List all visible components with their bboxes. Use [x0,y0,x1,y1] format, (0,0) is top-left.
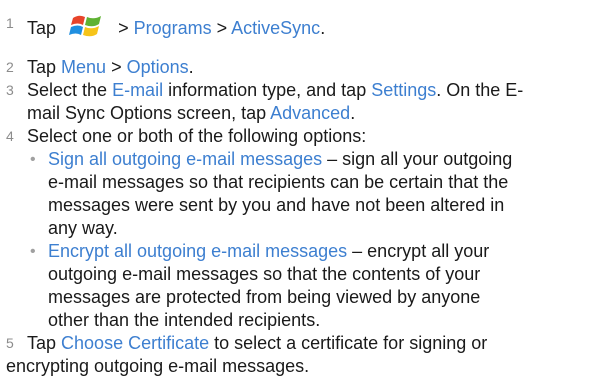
option-text: Encrypt all outgoing e-mail messages – e… [48,240,610,332]
choose-certificate-link[interactable]: Choose Certificate [61,333,209,353]
settings-link[interactable]: Settings [371,80,436,100]
windows-start-icon [69,15,102,37]
step-text: Select the E-mail information type, and … [27,79,607,125]
option-desc: – sign all your outgoing [322,149,513,169]
email-link[interactable]: E-mail [112,80,163,100]
step-text-end: . [350,103,356,123]
step-number: 2 [6,59,14,75]
step-text-end: . [188,57,194,77]
advanced-link[interactable]: Advanced [270,103,350,123]
option-line: other than the intended recipients. [48,310,321,330]
bullet-icon: • [30,151,36,168]
step-number: 3 [6,82,14,98]
step-text: Tap Menu > Options. [27,56,607,79]
step-text-part: . On the E- [436,80,524,100]
step-line: mail Sync Options screen, tap Advanced. [27,102,607,125]
option-line: messages are protected from being viewed… [48,287,481,307]
step-text: Tap Choose Certificate to select a certi… [27,332,607,355]
step-number: 4 [6,128,14,144]
option-line: any way. [48,218,118,238]
step-text: Select one or both of the following opti… [27,126,367,146]
option-line: Sign all outgoing e-mail messages – sign… [48,148,610,171]
option-line: messages were sent by you and have not b… [48,195,505,215]
step-text-part: Select the [27,80,113,100]
step-text-sep: > [106,57,127,77]
step-number: 5 [6,335,14,351]
option-line: Encrypt all outgoing e-mail messages – e… [48,240,610,263]
step-text: Tap > Programs > ActiveSync. [27,12,607,40]
step-text-tap: Tap [27,57,62,77]
step-text-part: to select a certificate for signing or [209,333,488,353]
options-link[interactable]: Options [127,57,189,77]
step-text-end: . [320,18,326,38]
option-desc: – encrypt all your [347,241,490,261]
instruction-page: 1 Tap > Programs > ActiveSync. 2 Tap Men… [0,0,614,383]
option-line: outgoing e-mail messages so that the con… [48,264,481,284]
menu-link[interactable]: Menu [61,57,106,77]
bullet-icon: • [30,243,36,260]
step-text-tap: Tap [27,18,57,38]
step-text-tap: Tap [27,333,62,353]
activesync-link[interactable]: ActiveSync [231,18,320,38]
programs-link[interactable]: Programs [134,18,212,38]
step-text-part: mail Sync Options screen, tap [27,103,271,123]
step-text-sep: > [211,18,232,38]
sign-option-link[interactable]: Sign all outgoing e-mail messages [48,149,322,169]
step-line: encrypting outgoing e-mail messages. [6,356,310,376]
step-text-part: information type, and tap [163,80,372,100]
step-text-sep: > [118,18,134,38]
step-number: 1 [6,15,14,31]
option-line: e-mail messages so that recipients can b… [48,172,509,192]
step-line: Select the E-mail information type, and … [27,79,607,102]
encrypt-option-link[interactable]: Encrypt all outgoing e-mail messages [48,241,347,261]
step-line: Tap Choose Certificate to select a certi… [27,332,607,355]
option-text: Sign all outgoing e-mail messages – sign… [48,148,610,240]
